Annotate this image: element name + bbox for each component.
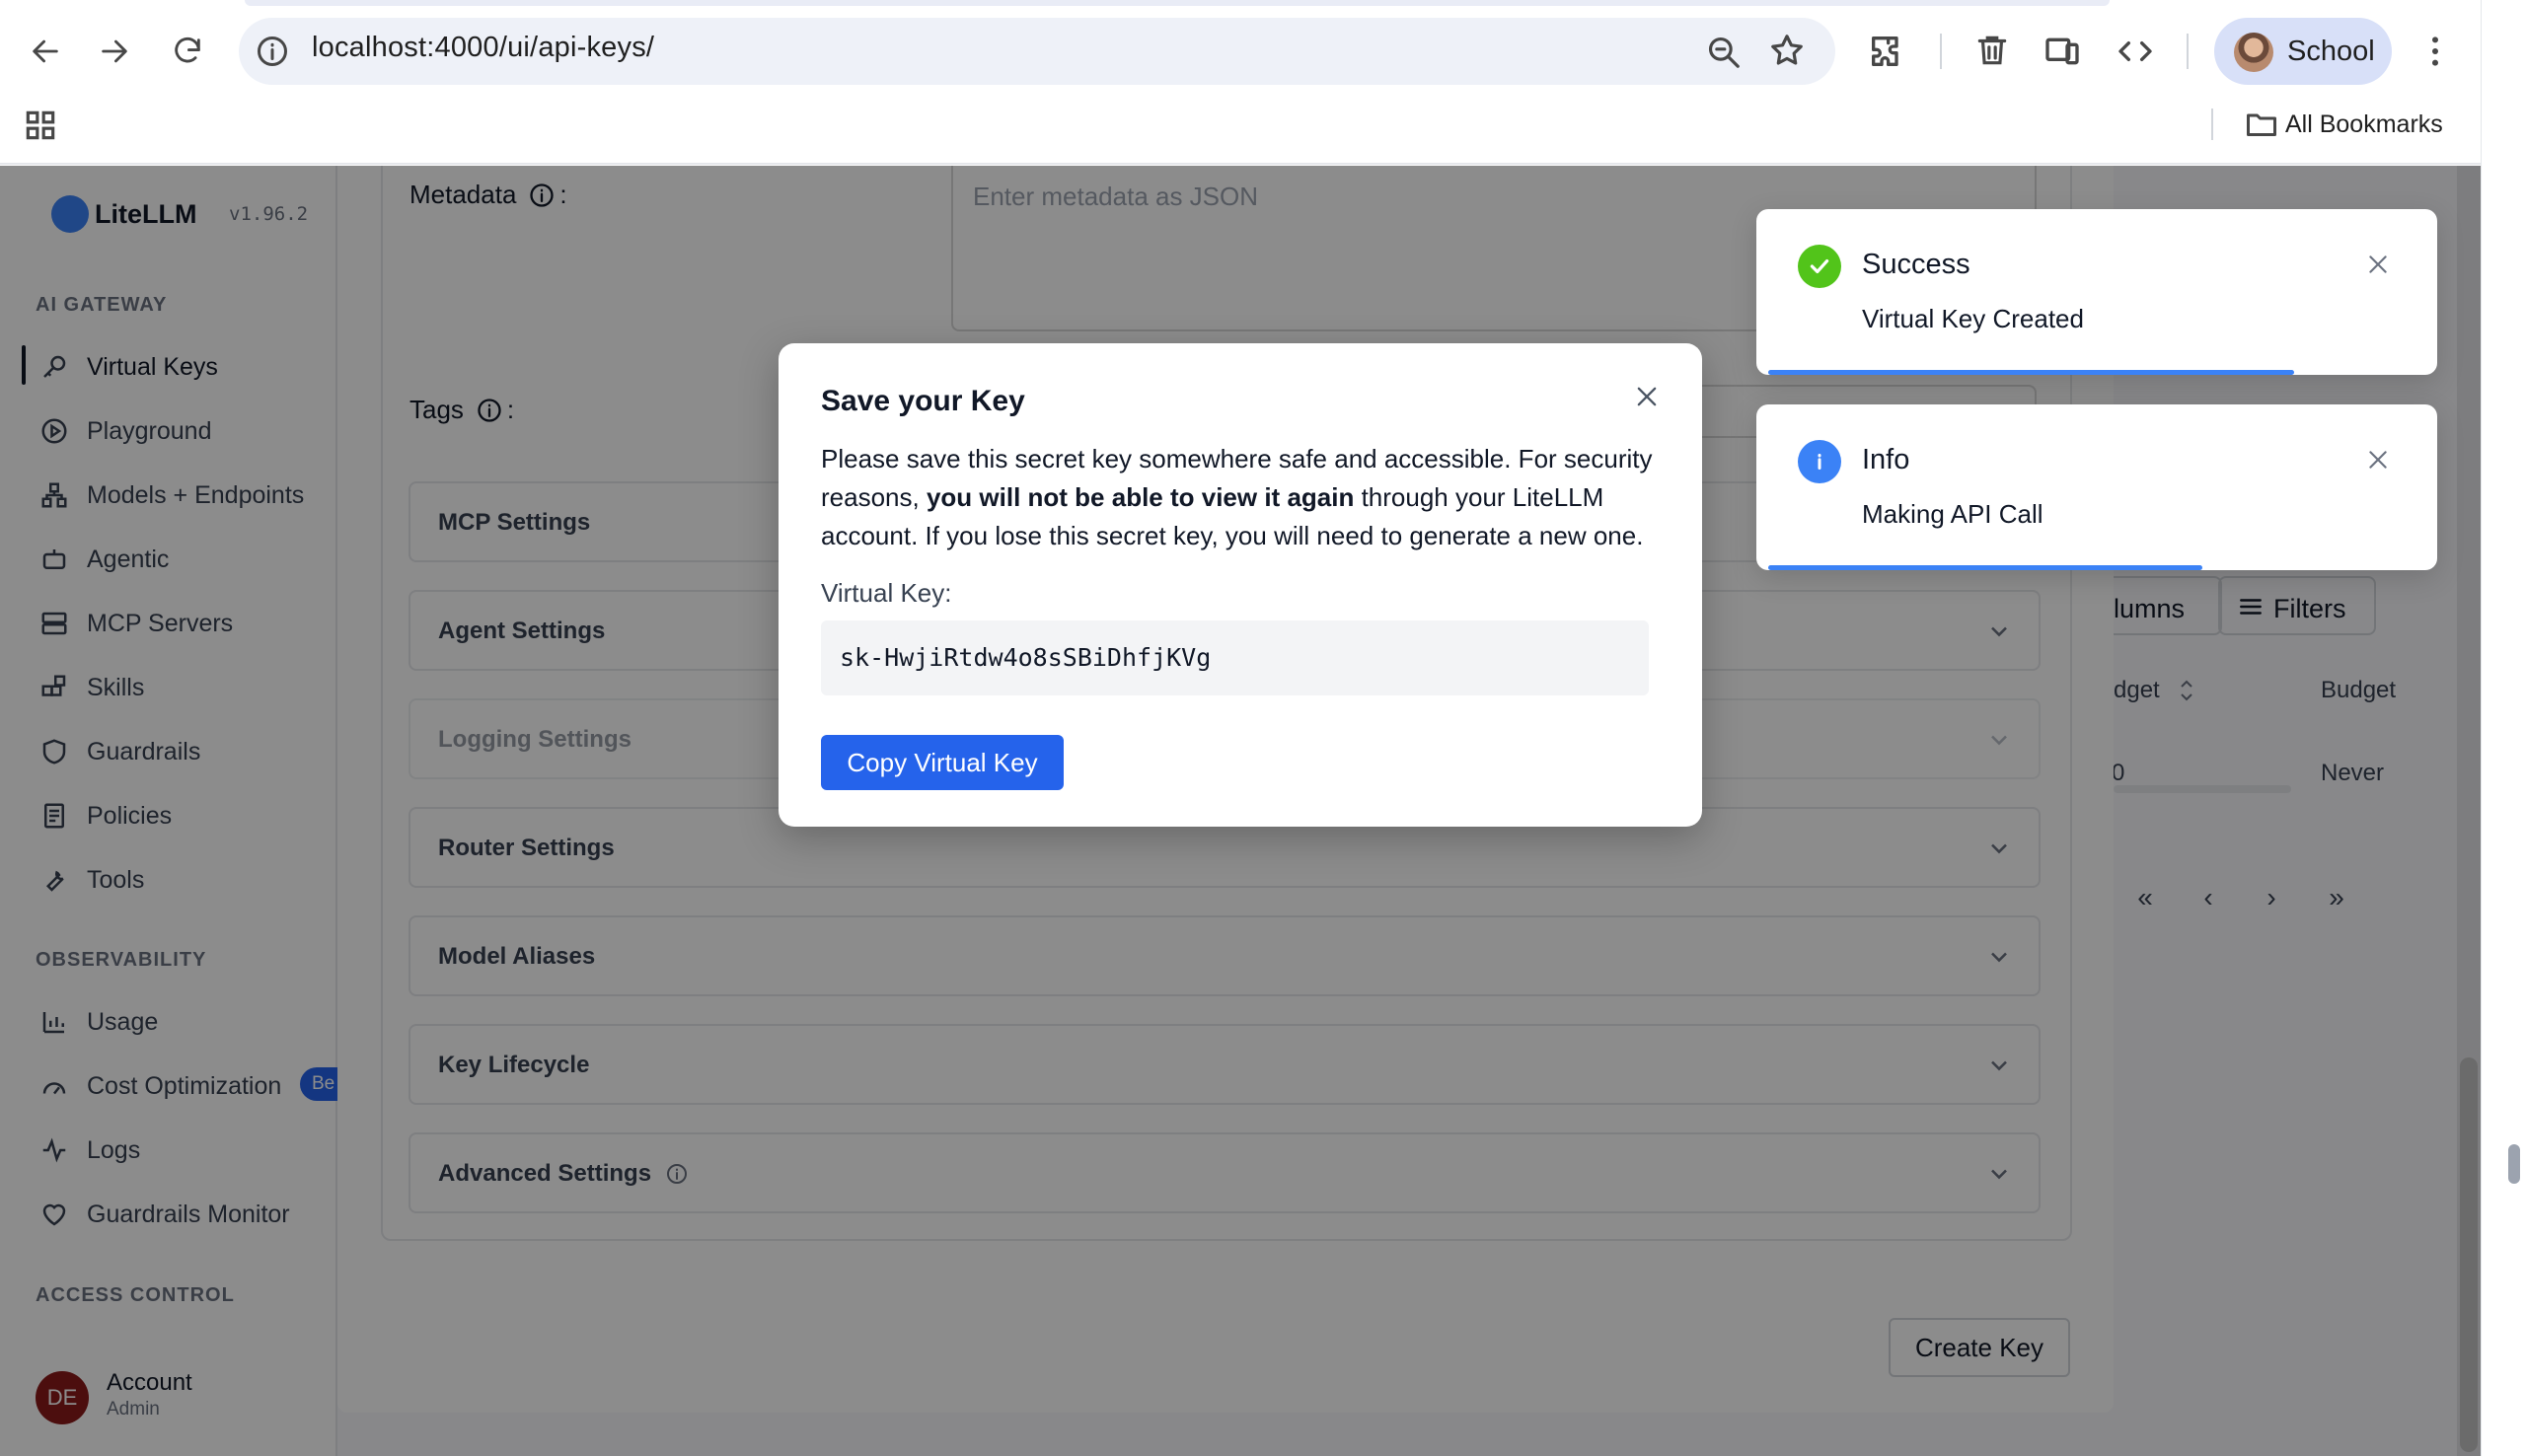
site-info-icon[interactable] [255,34,290,69]
toast-close-button[interactable] [2360,247,2396,282]
toolbar-separator [1940,34,1942,69]
reload-icon [175,37,200,63]
close-icon [1637,387,1657,406]
tab-strip-edge [245,0,2110,6]
apps-grid-icon[interactable] [22,107,59,144]
extensions-icon[interactable] [1867,32,1906,71]
url-text[interactable]: localhost:4000/ui/api-keys/ [312,32,654,64]
more-vert-icon[interactable] [2415,32,2455,71]
modal-close-button[interactable] [1627,377,1667,416]
close-icon [2369,451,2387,469]
close-icon [2369,255,2387,273]
toast-title: Info [1862,444,1910,475]
back-button[interactable] [22,28,69,75]
toolbar-separator [2187,34,2189,69]
check-circle-icon [1798,245,1841,288]
bookmark-separator [2211,109,2213,140]
forward-button[interactable] [91,28,138,75]
page-scrollbar-thumb[interactable] [2460,1057,2478,1452]
modal-warning-text: you will not be able to view it again [926,482,1355,512]
toast-progress-bar [1768,565,2202,570]
all-bookmarks[interactable]: All Bookmarks [2285,110,2443,139]
trash-icon[interactable] [1973,32,2011,69]
info-circle-icon [1798,440,1841,483]
toast-close-button[interactable] [2360,442,2396,477]
arrow-left-icon [33,39,58,63]
device-toggle-icon[interactable] [2043,32,2082,71]
zoom-icon[interactable] [1705,34,1743,71]
arrow-right-icon [102,39,127,63]
toast-progress-bar [1768,370,2294,375]
toast-success: Success Virtual Key Created [1756,209,2437,375]
copy-virtual-key-button[interactable]: Copy Virtual Key [821,735,1064,790]
toast-title: Success [1862,249,1970,280]
toast-message: Virtual Key Created [1862,304,2084,333]
browser-chrome: localhost:4000/ui/api-keys/ School All B… [0,0,2481,165]
virtual-key-value[interactable]: sk-HwjiRtdw4o8sSBiDhfjKVg [840,643,1211,672]
folder-icon [2247,113,2276,136]
bookmark-star-icon[interactable] [1768,32,1806,69]
toast-info: Info Making API Call [1756,404,2437,570]
browser-scroll-gutter [2481,0,2526,1456]
code-icon[interactable] [2116,32,2155,71]
modal-title: Save your Key [821,385,1025,417]
profile-name: School [2287,36,2375,67]
browser-scrollbar-thumb[interactable] [2508,1144,2520,1184]
modal-description: Please save this secret key somewhere sa… [821,440,1689,555]
reload-button[interactable] [164,28,211,75]
toast-message: Making API Call [1862,499,2043,529]
save-key-modal: Save your Key Please save this secret ke… [779,343,1702,827]
virtual-key-label: Virtual Key: [821,578,952,608]
profile-avatar [2234,33,2273,72]
